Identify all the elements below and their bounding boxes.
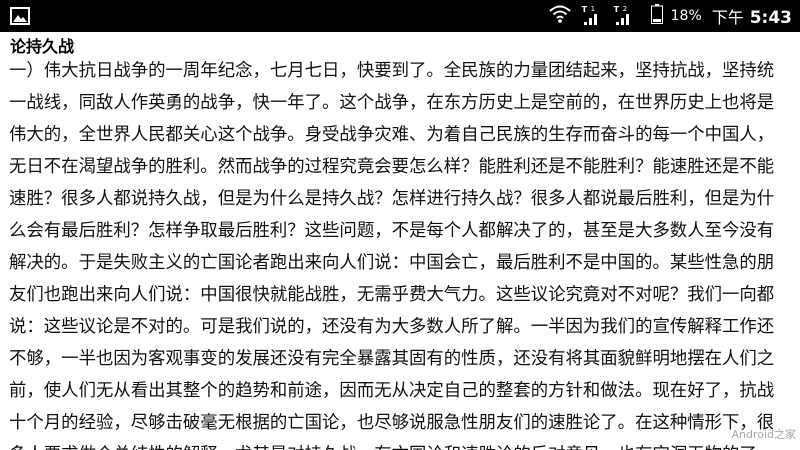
text-line: 无日不在渴望战争的胜利。然而战争的过程究竟会要怎么样？能胜利还是不能胜利？能速胜…: [9, 157, 775, 177]
text-line: 说：这些议论是不对的。可是我们说的，还没有为大多数人所了解。一半因为我们的宣传解…: [9, 317, 775, 337]
battery-level: 18%: [670, 8, 702, 24]
battery-icon: [650, 4, 663, 28]
text-line: 一）伟大抗日战争的一周年纪念，七月七日，快要到了。全民族的力量团结起来，坚持抗战…: [9, 61, 775, 81]
text-line: 么会有最后胜利？怎样争取最后胜利？这些问题，不是每个人都解决了的，甚至是大多数人…: [9, 221, 775, 241]
text-line: 十个月的经验，尽够击破毫无根据的亡国论，也尽够说服急性朋友们的速胜论了。在这种情…: [9, 413, 775, 433]
text-line: 不够，一半也因为客观事变的发展还没有完全暴露其固有的性质，还没有将其面貌鲜明地摆…: [9, 349, 775, 369]
status-bar: T 1 T 2 18% 下午 5:43: [0, 0, 800, 32]
watermark-text: Android之家: [731, 428, 796, 441]
text-line: 伟大的，全世界人民都关心这个战争。身受战争灾难、为着自己民族的生存而奋斗的每一个…: [9, 125, 775, 145]
text-line: 多人要求做个总结性的解释。尤其是对持久战，有亡国论和速胜论的反对意见，也有空洞无…: [9, 442, 793, 450]
text-line: 一战线，同敌人作英勇的战争，快一年了。这个战争，在东方历史上是空前的，在世界历史…: [9, 93, 775, 113]
clock: 下午 5:43: [712, 4, 792, 28]
sim1-signal-icon: T 1: [581, 6, 603, 26]
status-indicators: T 1 T 2 18% 下午 5:43: [539, 0, 792, 32]
text-line: 解决的。于是失败主义的亡国论者跑出来向人们说：中国会亡，最后胜利不是中国的。某些…: [9, 253, 775, 273]
gallery-notification-icon: [10, 7, 30, 25]
text-line: 前，使人们无从看出其整个的趋势和前途，因而无从决定自己的整套的方针和做法。现在好…: [9, 381, 775, 401]
wifi-icon: [548, 5, 571, 27]
text-line: 友们也跑出来向人们说：中国很快就能战胜，无需乎费大气力。这些议论究竟对不对呢？我…: [9, 285, 775, 305]
clock-time: 5:43: [749, 8, 792, 28]
text-line: 速胜？很多人都说持久战，但是为什么是持久战？怎样进行持久战？很多人都说最后胜利，…: [9, 189, 775, 209]
sim2-signal-icon: T 2: [613, 6, 635, 26]
reader-page[interactable]: 论持久战 一）伟大抗日战争的一周年纪念，七月七日，快要到了。全民族的力量团结起来…: [0, 32, 800, 450]
clock-period: 下午: [711, 8, 744, 27]
chapter-title: 论持久战: [10, 37, 75, 56]
